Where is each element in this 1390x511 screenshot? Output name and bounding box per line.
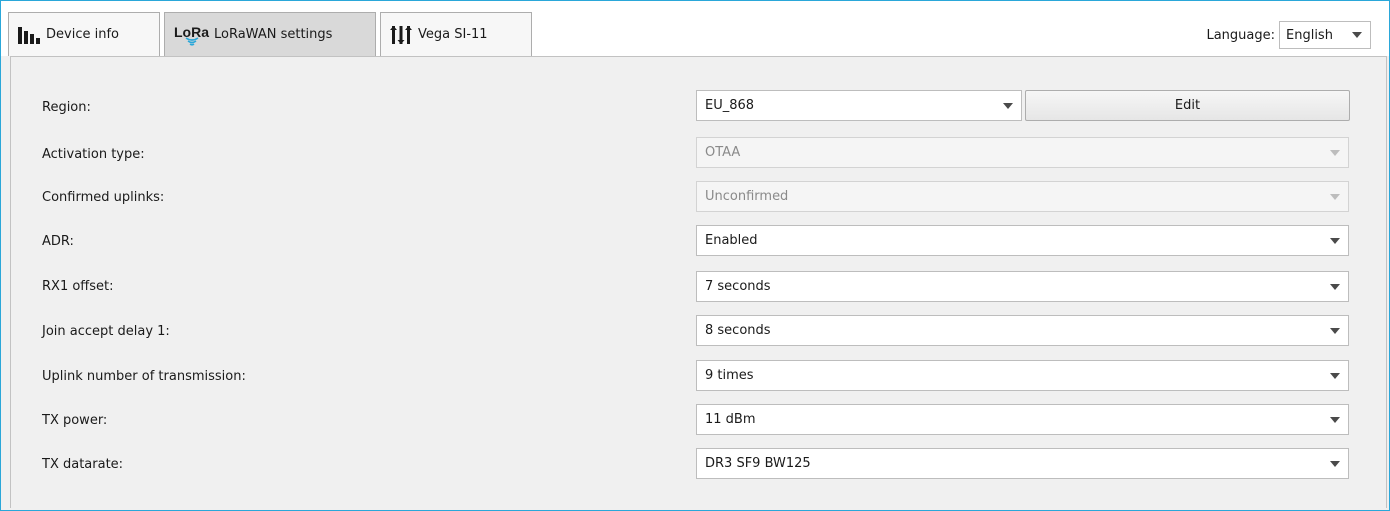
confirmed-uplinks-value: Unconfirmed — [705, 189, 789, 204]
language-value: English — [1286, 27, 1333, 43]
bar-chart-icon — [18, 26, 40, 44]
language-dropdown[interactable]: English — [1279, 21, 1371, 49]
tx-power-dropdown[interactable]: 11 dBm — [696, 404, 1349, 435]
chevron-down-icon — [1003, 102, 1013, 109]
tx-power-value: 11 dBm — [705, 412, 756, 427]
tab-bar: Device info LoRa LoRaWAN settings Vega S… — [1, 1, 1389, 56]
uplink-transmissions-label: Uplink number of transmission: — [42, 369, 246, 384]
edit-region-button[interactable]: Edit — [1025, 90, 1350, 121]
chevron-down-icon — [1330, 283, 1340, 290]
join-accept-delay-label: Join accept delay 1: — [42, 324, 170, 339]
rx1-offset-label: RX1 offset: — [42, 279, 114, 294]
rx1-offset-value: 7 seconds — [705, 279, 771, 294]
sliders-icon — [390, 25, 412, 44]
chevron-down-icon — [1330, 149, 1340, 156]
lorawan-settings-panel: Region: EU_868 Edit Activation type: OTA… — [10, 56, 1387, 508]
tx-datarate-value: DR3 SF9 BW125 — [705, 456, 811, 471]
chevron-down-icon — [1330, 460, 1340, 467]
uplink-transmissions-value: 9 times — [705, 368, 754, 383]
join-accept-delay-dropdown[interactable]: 8 seconds — [696, 315, 1349, 346]
activation-type-value: OTAA — [705, 145, 741, 160]
tx-power-label: TX power: — [42, 413, 108, 428]
tab-lorawan-settings[interactable]: LoRa LoRaWAN settings — [164, 12, 376, 56]
chevron-down-icon — [1330, 193, 1340, 200]
activation-type-label: Activation type: — [42, 147, 145, 162]
app-window: Device info LoRa LoRaWAN settings Vega S… — [0, 0, 1390, 511]
confirmed-uplinks-dropdown: Unconfirmed — [696, 181, 1349, 212]
tab-device-info-label: Device info — [46, 27, 119, 42]
tx-datarate-label: TX datarate: — [42, 457, 124, 472]
confirmed-uplinks-label: Confirmed uplinks: — [42, 190, 165, 205]
lora-icon: LoRa — [174, 24, 209, 46]
activation-type-dropdown: OTAA — [696, 137, 1349, 168]
chevron-down-icon — [1330, 416, 1340, 423]
adr-dropdown[interactable]: Enabled — [696, 225, 1349, 256]
adr-value: Enabled — [705, 233, 758, 248]
region-label: Region: — [42, 100, 91, 115]
uplink-transmissions-dropdown[interactable]: 9 times — [696, 360, 1349, 391]
tab-vega-si-11[interactable]: Vega SI-11 — [380, 12, 532, 56]
language-selector: Language: English — [1206, 21, 1371, 49]
tx-datarate-dropdown[interactable]: DR3 SF9 BW125 — [696, 448, 1349, 479]
chevron-down-icon — [1330, 327, 1340, 334]
join-accept-delay-value: 8 seconds — [705, 323, 771, 338]
region-dropdown[interactable]: EU_868 — [696, 90, 1022, 121]
rx1-offset-dropdown[interactable]: 7 seconds — [696, 271, 1349, 302]
adr-label: ADR: — [42, 234, 74, 249]
tab-vega-si-11-label: Vega SI-11 — [418, 27, 488, 42]
tab-device-info[interactable]: Device info — [8, 12, 160, 56]
chevron-down-icon — [1330, 372, 1340, 379]
language-label: Language: — [1206, 27, 1275, 43]
region-value: EU_868 — [705, 98, 755, 113]
tab-lorawan-settings-label: LoRaWAN settings — [214, 27, 333, 42]
chevron-down-icon — [1330, 237, 1340, 244]
chevron-down-icon — [1352, 32, 1362, 38]
